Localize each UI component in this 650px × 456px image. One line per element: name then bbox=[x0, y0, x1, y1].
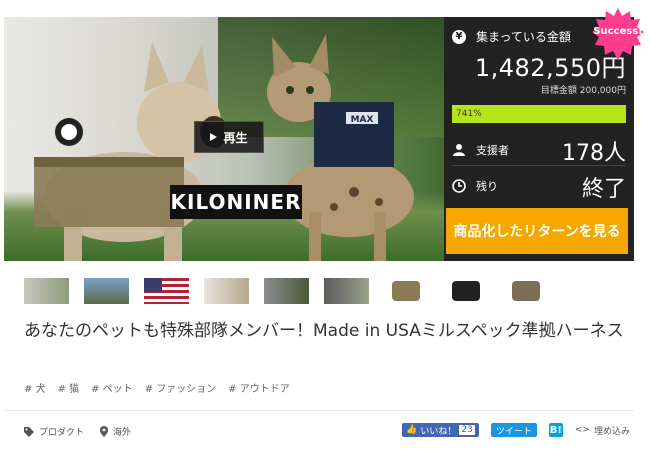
badge-text: Success! bbox=[593, 26, 643, 37]
thumbnail-2[interactable] bbox=[84, 278, 129, 304]
collected-label: 集まっている金額 bbox=[476, 30, 571, 44]
thumbs-up-icon: 👍 bbox=[406, 425, 418, 435]
view-product-returns-button[interactable]: 商品化したリターンを見る bbox=[446, 208, 628, 254]
hatena-bookmark-button[interactable]: B! bbox=[548, 423, 563, 437]
location-link[interactable]: 海外 bbox=[100, 425, 131, 438]
remaining-label: 残り bbox=[476, 180, 498, 193]
like-count: 23 bbox=[459, 425, 475, 435]
brand-logo-text: KILONINER bbox=[170, 190, 302, 214]
category-link[interactable]: プロダクト bbox=[24, 425, 84, 438]
supporters-value: 178人 bbox=[562, 141, 626, 166]
embed-button[interactable]: <> 埋め込み bbox=[575, 424, 630, 437]
svg-text:MAX: MAX bbox=[351, 115, 374, 125]
person-icon bbox=[453, 144, 465, 156]
location-pin-icon bbox=[100, 426, 109, 437]
thumbnail-3[interactable] bbox=[144, 278, 189, 304]
play-icon bbox=[210, 133, 218, 141]
tag-fashion[interactable]: # ファッション bbox=[145, 380, 217, 395]
tag-icon bbox=[24, 426, 34, 437]
thumbnail-9[interactable] bbox=[504, 278, 549, 304]
stats-divider bbox=[452, 165, 626, 166]
thumbnail-7[interactable] bbox=[384, 278, 429, 304]
project-card: MAX 再生 KILONINER ¥ 集まっている金額 1,482,550円 目… bbox=[0, 0, 650, 456]
tweet-label: ツイート bbox=[495, 426, 532, 437]
supporters-label: 支援者 bbox=[476, 144, 509, 157]
tag-dog[interactable]: # 犬 bbox=[24, 380, 46, 395]
thumbnail-6[interactable] bbox=[324, 278, 369, 304]
hero-image[interactable]: MAX 再生 KILONINER bbox=[4, 17, 448, 261]
goal-amount: 目標金額 200,000円 bbox=[540, 86, 626, 96]
play-label: 再生 bbox=[223, 130, 248, 145]
location-label: 海外 bbox=[113, 428, 132, 438]
yen-icon: ¥ bbox=[452, 29, 466, 44]
progress-percent: 741% bbox=[456, 109, 482, 119]
tweet-button[interactable]: ツイート bbox=[490, 423, 537, 437]
cat-image: MAX bbox=[267, 34, 414, 261]
remaining-value: 終了 bbox=[581, 177, 626, 202]
project-title: あなたのペットも特殊部隊メンバー！Made in USAミルスペック準拠ハーネス bbox=[24, 321, 624, 341]
code-brackets-icon: <> bbox=[574, 425, 590, 435]
like-label: いいね！ bbox=[420, 426, 457, 437]
footer-divider bbox=[4, 410, 634, 411]
thumbnail-8[interactable] bbox=[444, 278, 489, 304]
category-label: プロダクト bbox=[39, 428, 85, 438]
facebook-like-button[interactable]: 👍 いいね！ 23 bbox=[402, 423, 479, 437]
tag-pet[interactable]: # ペット bbox=[91, 380, 133, 395]
embed-label: 埋め込み bbox=[593, 426, 630, 437]
thumbnail-4[interactable] bbox=[204, 278, 249, 304]
brand-logo: KILONINER bbox=[170, 185, 302, 219]
tag-outdoor[interactable]: # アウトドア bbox=[228, 380, 290, 395]
tag-list: # 犬 # 猫 # ペット # ファッション # アウトドア bbox=[24, 380, 290, 395]
success-badge: Success! bbox=[592, 8, 644, 60]
tag-cat[interactable]: # 猫 bbox=[58, 380, 80, 395]
funding-progress-bar: 741% bbox=[452, 105, 626, 123]
social-share-bar: 👍 いいね！ 23 ツイート B! <> 埋め込み bbox=[402, 423, 630, 437]
clock-icon bbox=[452, 179, 466, 193]
thumbnail-1[interactable] bbox=[24, 278, 69, 304]
project-meta: プロダクト 海外 bbox=[24, 425, 131, 438]
thumbnail-strip bbox=[24, 278, 624, 306]
thumbnail-5[interactable] bbox=[264, 278, 309, 304]
play-video-button[interactable]: 再生 bbox=[194, 121, 264, 153]
hatena-label: B! bbox=[549, 424, 562, 436]
